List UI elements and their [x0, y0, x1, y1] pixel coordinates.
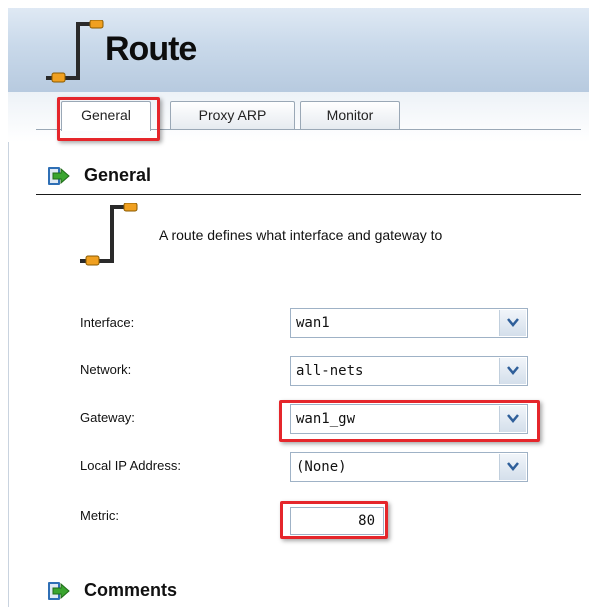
- chevron-down-icon[interactable]: [499, 358, 526, 384]
- network-label: Network:: [80, 362, 132, 377]
- tab-monitor[interactable]: Monitor: [300, 101, 400, 129]
- page-title: Route: [105, 30, 197, 68]
- tab-proxy-arp[interactable]: Proxy ARP: [170, 101, 295, 129]
- gateway-label: Gateway:: [80, 410, 135, 425]
- section-comments-header: Comments: [36, 575, 581, 607]
- section-general-header: General: [36, 160, 581, 192]
- interface-value: wan1: [296, 315, 330, 331]
- tab-label: Monitor: [326, 107, 374, 123]
- local-ip-label: Local IP Address:: [80, 458, 181, 473]
- tab-label: Proxy ARP: [198, 107, 267, 123]
- chevron-down-icon[interactable]: [499, 454, 526, 480]
- section-arrow-icon: [48, 582, 70, 600]
- metric-label: Metric:: [80, 508, 119, 523]
- route-description: A route defines what interface and gatew…: [159, 227, 443, 243]
- section-title: General: [84, 165, 152, 185]
- route-icon: [46, 20, 104, 83]
- local-ip-select[interactable]: (None): [290, 452, 528, 482]
- chevron-down-icon[interactable]: [499, 310, 526, 336]
- route-icon: [80, 203, 138, 266]
- metric-highlight: [280, 501, 388, 539]
- tab-highlight: [57, 97, 160, 141]
- title-bar: Route: [8, 8, 589, 93]
- network-select[interactable]: all-nets: [290, 356, 528, 386]
- gateway-highlight: [279, 400, 540, 442]
- section-arrow-icon: [48, 167, 70, 185]
- local-ip-value: (None): [296, 459, 347, 475]
- interface-select[interactable]: wan1: [290, 308, 528, 338]
- section-divider: [36, 194, 581, 195]
- interface-label: Interface:: [80, 315, 135, 330]
- section-title: Comments: [84, 580, 178, 600]
- network-value: all-nets: [296, 363, 364, 379]
